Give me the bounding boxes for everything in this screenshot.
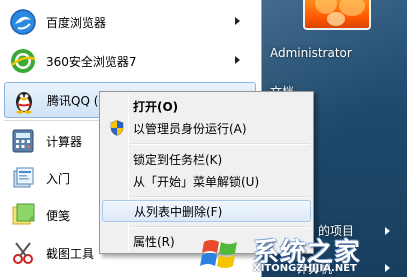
watermark-url: XITONGZHIJIA.NET xyxy=(253,263,357,274)
menu-item-360-browser[interactable]: 360安全浏览器7 xyxy=(4,44,256,78)
menu-item-label: 便笺 xyxy=(46,208,71,223)
user-name[interactable]: Administrator xyxy=(270,46,352,60)
context-item-label: 从列表中删除(F) xyxy=(134,204,223,219)
context-menu-divider xyxy=(130,196,310,198)
menu-item-label: 计算器 xyxy=(46,134,83,149)
submenu-arrow-icon xyxy=(235,56,240,64)
menu-item-label: 入门 xyxy=(46,171,71,186)
context-menu-divider xyxy=(130,143,310,145)
menu-item-label: 截图工具 xyxy=(46,246,95,261)
calculator-icon xyxy=(8,126,38,156)
menu-item-label: 百度浏览器 xyxy=(46,15,107,30)
menu-item-label: 360安全浏览器7 xyxy=(46,54,137,69)
context-item-label: 从「开始」菜单解锁(U) xyxy=(133,174,260,189)
qq-penguin-icon xyxy=(9,85,39,115)
context-item-unpin-start[interactable]: 从「开始」菜单解锁(U) xyxy=(102,170,311,192)
uac-shield-icon xyxy=(110,120,124,136)
watermark: 系统之家 XITONGZHIJIA.NET xyxy=(195,232,407,277)
submenu-arrow-icon xyxy=(235,17,240,25)
baidu-browser-icon xyxy=(8,7,38,37)
context-item-pin-taskbar[interactable]: 锁定到任务栏(K) xyxy=(102,148,311,170)
getting-started-icon xyxy=(8,163,38,193)
context-menu: 打开(O) 以管理员身份运行(A) 锁定到任务栏(K) 从「开始」菜单解锁(U)… xyxy=(99,91,314,254)
menu-item-baidu-browser[interactable]: 百度浏览器 xyxy=(4,5,256,39)
context-item-label: 以管理员身份运行(A) xyxy=(133,121,247,136)
360-browser-icon xyxy=(8,46,38,76)
context-item-open[interactable]: 打开(O) xyxy=(102,95,311,117)
context-item-run-as-admin[interactable]: 以管理员身份运行(A) xyxy=(102,117,311,139)
context-item-label: 锁定到任务栏(K) xyxy=(133,152,223,167)
context-item-label: 属性(R) xyxy=(133,234,175,249)
windows-logo-icon xyxy=(200,240,241,273)
context-item-label: 打开(O) xyxy=(133,99,179,114)
context-item-remove-from-list[interactable]: 从列表中删除(F) xyxy=(102,200,311,222)
context-menu-divider xyxy=(130,226,310,228)
start-menu: 百度浏览器 360安全浏览器7 腾讯QQ (计算器 入门 便笺 截图工具 Ad… xyxy=(0,0,407,277)
menu-item-label: 腾讯QQ ( xyxy=(47,93,99,108)
sticky-notes-icon xyxy=(8,200,38,230)
snipping-tool-icon xyxy=(8,238,38,268)
user-avatar[interactable] xyxy=(303,0,371,30)
